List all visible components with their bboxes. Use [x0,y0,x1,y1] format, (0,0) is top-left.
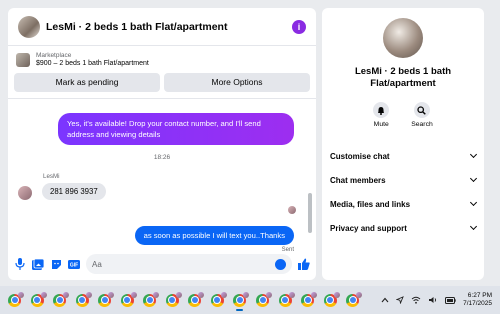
taskbar-browser-icon[interactable] [343,291,363,310]
chat-members-item[interactable]: Chat members [322,168,484,192]
wifi-icon[interactable] [411,296,421,304]
chevron-down-icon [469,198,478,207]
info-icon[interactable]: i [292,19,306,34]
taskbar-browser-icon-active[interactable] [230,291,250,311]
taskbar-browser-icon[interactable] [276,291,295,310]
profile-badge-icon [333,291,340,298]
profile-badge-icon [266,291,273,298]
chevron-up-icon[interactable] [381,297,389,303]
profile-badge-icon [85,291,92,298]
listing-thumbnail [16,53,30,68]
system-tray: 6:27 PM 7/17/2025 [381,286,492,314]
clock-date: 7/17/2025 [463,300,492,307]
taskbar-browser-icon[interactable] [95,291,115,310]
mute-button[interactable]: Mute [373,102,390,128]
contact-name: LesMi · 2 beds 1 bath Flat/apartment [354,66,452,90]
message-timestamp: 18:26 [153,153,171,161]
more-options-button[interactable]: More Options [164,72,310,92]
mute-label: Mute [373,121,389,128]
taskbar-browser-icon[interactable] [253,291,273,310]
photo-icon[interactable] [32,258,44,270]
taskbar-browser-icon[interactable] [298,291,318,310]
profile-badge-icon [198,291,205,298]
microphone-icon[interactable] [14,258,26,270]
message-input[interactable]: Aa [86,254,292,274]
taskbar: 6:27 PM 7/17/2025 [0,286,500,314]
system-clock[interactable]: 6:27 PM 7/17/2025 [463,292,492,308]
taskbar-browser-icon[interactable] [208,291,227,310]
chat-panel: LesMi · 2 beds 1 bath Flat/apartment i M… [8,8,316,280]
chevron-down-icon [469,150,478,159]
taskbar-browser-icon[interactable] [50,291,70,310]
sticker-icon[interactable] [50,258,62,270]
svg-text:GIF: GIF [70,262,78,268]
conversation-tools: Mute Search [322,102,484,128]
media-files-links-item[interactable]: Media, files and links [322,192,484,216]
contact-avatar[interactable] [18,15,40,38]
profile-badge-icon [153,291,160,298]
profile-badge-icon [243,291,250,298]
taskbar-browser-icon[interactable] [321,291,340,310]
chat-header: LesMi · 2 beds 1 bath Flat/apartment i [8,8,316,46]
gif-icon[interactable]: GIF [68,258,80,270]
profile-badge-icon [130,291,137,298]
taskbar-browser-icon[interactable] [73,291,92,310]
taskbar-browser-icon[interactable] [163,291,182,310]
search-button[interactable]: Search [411,102,433,128]
sender-name: LesMi [43,172,60,180]
listing-name: $900 – 2 beds 1 bath Flat/apartment [36,60,149,68]
incoming-message: 281 896 3937 [42,182,106,200]
chat-title[interactable]: LesMi · 2 beds 1 bath Flat/apartment [46,21,292,33]
info-menu: Customise chat Chat members Media, files… [322,144,484,240]
battery-icon[interactable] [445,296,456,304]
taskbar-browser-icon[interactable] [140,291,160,310]
profile-badge-icon [288,291,295,298]
profile-badge-icon [18,291,24,298]
profile-badge-icon [63,291,70,298]
chevron-down-icon [469,222,478,231]
bell-icon [373,102,390,118]
scrollbar-thumb[interactable] [308,192,312,233]
location-arrow-icon[interactable] [396,296,404,304]
privacy-support-item[interactable]: Privacy and support [322,216,484,240]
conversation-info-panel: LesMi · 2 beds 1 bath Flat/apartment Mut… [322,8,484,280]
clock-time: 6:27 PM [467,291,492,299]
profile-badge-icon [311,291,318,298]
thumbs-up-icon[interactable] [298,258,310,270]
sender-avatar[interactable] [18,185,32,200]
contact-avatar-large[interactable] [383,18,423,58]
taskbar-browser-icon[interactable] [185,291,205,310]
message-list: Yes, it's available! Drop your contact n… [8,99,316,253]
speaker-icon[interactable] [428,296,438,304]
outgoing-message: Yes, it's available! Drop your contact n… [58,112,294,145]
message-composer: GIF Aa [8,248,316,280]
message-scrollbar[interactable] [308,101,312,245]
mark-as-pending-button[interactable]: Mark as pending [14,72,160,92]
profile-badge-icon [175,291,182,298]
listing-actions: Mark as pending More Options [8,72,316,99]
message-input-placeholder: Aa [92,259,102,269]
chevron-down-icon [469,174,478,183]
profile-badge-icon [220,291,227,298]
search-label: Search [411,121,433,128]
emoji-icon[interactable] [275,258,286,270]
profile-badge-icon [356,291,363,298]
listing-summary[interactable]: Marketplace $900 – 2 beds 1 bath Flat/ap… [8,46,316,73]
listing-source: Marketplace [36,52,72,59]
profile-badge-icon [108,291,115,298]
taskbar-browser-icon[interactable] [118,291,137,310]
taskbar-browser-icon[interactable] [28,291,47,310]
search-icon [413,102,430,118]
outgoing-message: as soon as possible I will text you..Tha… [134,225,294,245]
profile-badge-icon [40,291,47,298]
customise-chat-item[interactable]: Customise chat [322,144,484,168]
taskbar-browser-icon[interactable] [5,291,24,310]
read-receipt-avatar [288,205,296,214]
